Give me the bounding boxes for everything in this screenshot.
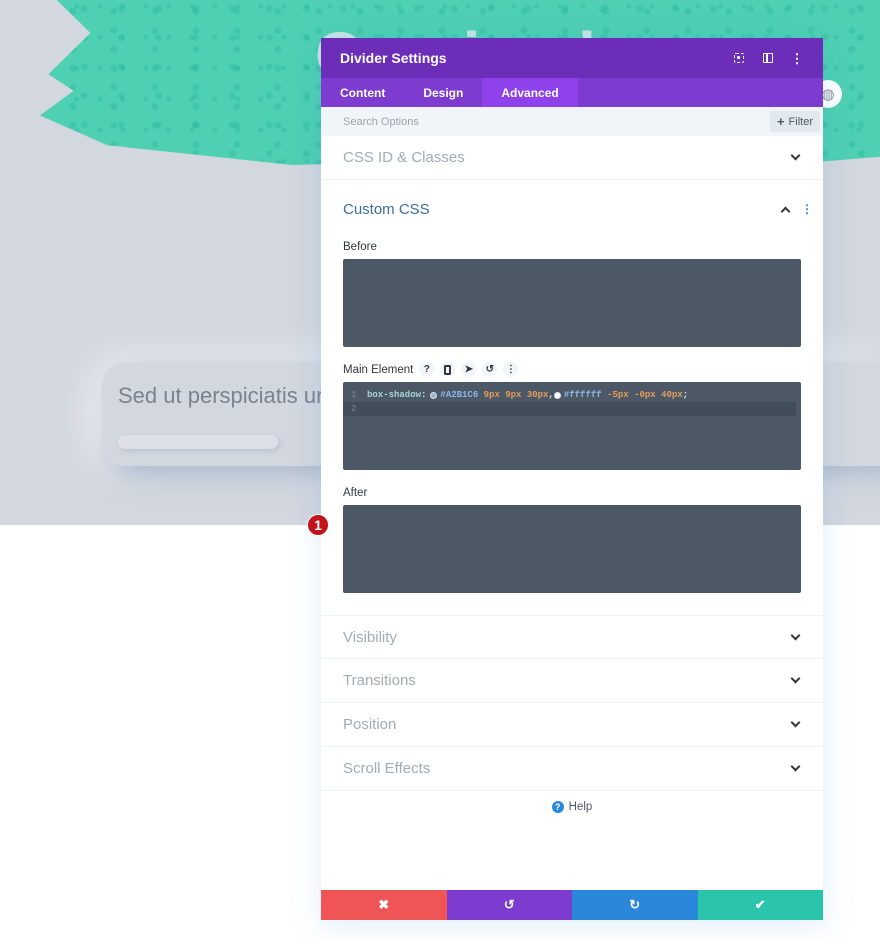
mobile-icon[interactable] [440, 362, 456, 377]
modal-title: Divider Settings [340, 50, 447, 66]
chevron-down-icon[interactable] [790, 673, 801, 684]
close-icon: ✖ [378, 897, 390, 912]
more-icon[interactable]: ⋮ [503, 362, 519, 377]
redo-icon: ↻ [629, 897, 641, 912]
section-title: Custom CSS [343, 200, 430, 218]
card-divider-bar [118, 435, 278, 449]
main-element-label: Main Element [343, 363, 414, 376]
after-css-editor[interactable] [343, 505, 801, 593]
card-text: Sed ut perspiciatis ur [118, 383, 324, 408]
save-button[interactable]: ✔ [697, 890, 823, 920]
help-label: Help [568, 801, 593, 813]
cancel-button[interactable]: ✖ [321, 890, 447, 920]
section-title: CSS ID & Classes [343, 149, 465, 166]
undo-icon: ↺ [503, 897, 515, 912]
section-custom-css: Custom CSS ⋮ Before Main Element ? ➤ ↺ ⋮… [307, 180, 823, 615]
reset-icon[interactable]: ↺ [482, 362, 498, 377]
chevron-down-icon[interactable] [790, 150, 801, 161]
undo-button[interactable]: ↺ [446, 890, 572, 920]
css-shadow-values: 9px 9px 30px [483, 390, 549, 400]
tab-design[interactable]: Design [404, 78, 482, 107]
section-position[interactable]: Position [321, 703, 823, 747]
tab-bar: Content Design Advanced [321, 78, 823, 107]
filter-button[interactable]: + Filter [769, 111, 820, 132]
divider-settings-modal: Divider Settings ⋮ Content Design Advanc… [307, 38, 823, 920]
before-label: Before [343, 240, 377, 253]
section-more-icon[interactable]: ⋮ [801, 202, 813, 216]
modal-header: Divider Settings ⋮ [321, 38, 823, 78]
custom-css-header[interactable]: Custom CSS ⋮ [343, 180, 813, 238]
more-options-icon[interactable]: ⋮ [790, 51, 804, 65]
help-icon[interactable]: ? [419, 362, 435, 377]
section-title: Position [343, 716, 397, 733]
section-scroll-effects[interactable]: Scroll Effects [321, 747, 823, 791]
section-visibility[interactable]: Visibility [321, 615, 823, 659]
help-link[interactable]: ? Help [321, 801, 823, 813]
section-css-id-classes[interactable]: CSS ID & Classes [321, 136, 823, 180]
main-element-label-row: Main Element ? ➤ ↺ ⋮ [343, 362, 801, 377]
plus-icon: + [776, 114, 785, 129]
search-bar: + Filter [321, 107, 823, 136]
after-label: After [343, 486, 368, 499]
tab-content[interactable]: Content [321, 78, 404, 107]
css-colon: : [421, 390, 427, 400]
redo-button[interactable]: ↻ [572, 890, 698, 920]
css-property: box-shadow [367, 390, 422, 400]
check-icon: ✔ [754, 897, 766, 912]
focus-mode-icon[interactable] [732, 51, 746, 65]
chevron-up-icon[interactable] [780, 206, 791, 216]
main-element-css-editor[interactable]: 1 box-shadow : #A2B1C6 9px 9px 30px , #f… [343, 382, 801, 470]
chevron-down-icon[interactable] [790, 761, 801, 772]
before-css-editor[interactable] [343, 259, 801, 347]
step-number-badge: 1 [307, 514, 329, 536]
section-title: Visibility [343, 628, 397, 646]
chevron-down-icon[interactable] [790, 630, 801, 640]
question-circle-icon: ? [551, 801, 564, 813]
section-transitions[interactable]: Transitions [321, 659, 823, 703]
css-color-value: #ffffff [563, 390, 602, 400]
line-number: 2 [351, 404, 357, 414]
css-shadow-values: -5px -0px 40px [607, 390, 683, 400]
css-color-value: #A2B1C6 [440, 390, 479, 400]
section-title: Transitions [343, 672, 416, 689]
section-title: Scroll Effects [343, 760, 431, 777]
filter-label: Filter [788, 115, 813, 128]
chevron-down-icon[interactable] [790, 717, 801, 728]
line-number: 1 [351, 390, 357, 400]
code-line: 1 box-shadow : #A2B1C6 9px 9px 30px , #f… [343, 388, 801, 402]
color-swatch-icon[interactable] [430, 391, 438, 399]
pointer-icon[interactable]: ➤ [461, 362, 477, 377]
color-swatch-icon[interactable] [553, 391, 561, 399]
css-semicolon: ; [682, 390, 689, 400]
split-view-icon[interactable] [761, 51, 775, 65]
modal-footer: ✖ ↺ ↻ ✔ [321, 890, 823, 920]
search-options-input[interactable] [343, 115, 770, 128]
tab-advanced[interactable]: Advanced [482, 78, 578, 107]
code-line: 2 [343, 402, 796, 416]
